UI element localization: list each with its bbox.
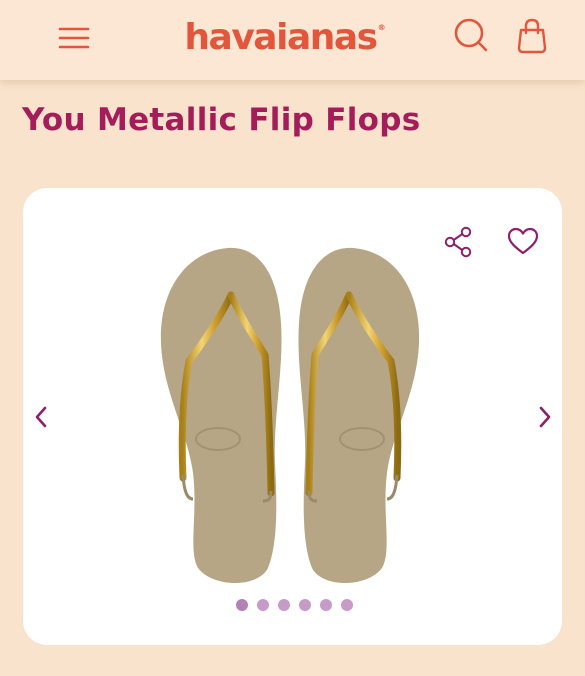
carousel-dot[interactable] (236, 599, 248, 611)
right-flip-flop (298, 247, 420, 583)
shopping-bag-button[interactable] (514, 16, 550, 56)
hamburger-menu-icon (58, 27, 90, 49)
chevron-left-icon (35, 406, 47, 428)
carousel-dot[interactable] (257, 599, 269, 611)
menu-button[interactable] (56, 22, 92, 54)
left-flip-flop (160, 247, 282, 583)
shopping-bag-icon (517, 18, 547, 54)
product-title: You Metallic Flip Flops (22, 102, 421, 138)
search-button[interactable] (451, 15, 491, 55)
carousel-dot[interactable] (320, 599, 332, 611)
site-header: havaianas ® (0, 0, 585, 80)
product-image-gallery[interactable] (23, 188, 562, 645)
search-icon (454, 18, 488, 52)
carousel-dot[interactable] (299, 599, 311, 611)
registered-mark: ® (377, 22, 386, 32)
heart-icon (507, 227, 539, 255)
next-image-button[interactable] (531, 400, 557, 434)
carousel-dot[interactable] (341, 599, 353, 611)
carousel-pagination (23, 599, 562, 611)
carousel-dot[interactable] (278, 599, 290, 611)
wishlist-button[interactable] (505, 224, 541, 260)
brand-wordmark: havaianas (184, 16, 378, 58)
havaianas-logo[interactable]: havaianas ® (184, 12, 385, 62)
product-image (160, 247, 420, 583)
previous-image-button[interactable] (29, 400, 55, 434)
share-button[interactable] (441, 224, 477, 260)
chevron-right-icon (539, 406, 551, 428)
share-icon (444, 226, 472, 258)
